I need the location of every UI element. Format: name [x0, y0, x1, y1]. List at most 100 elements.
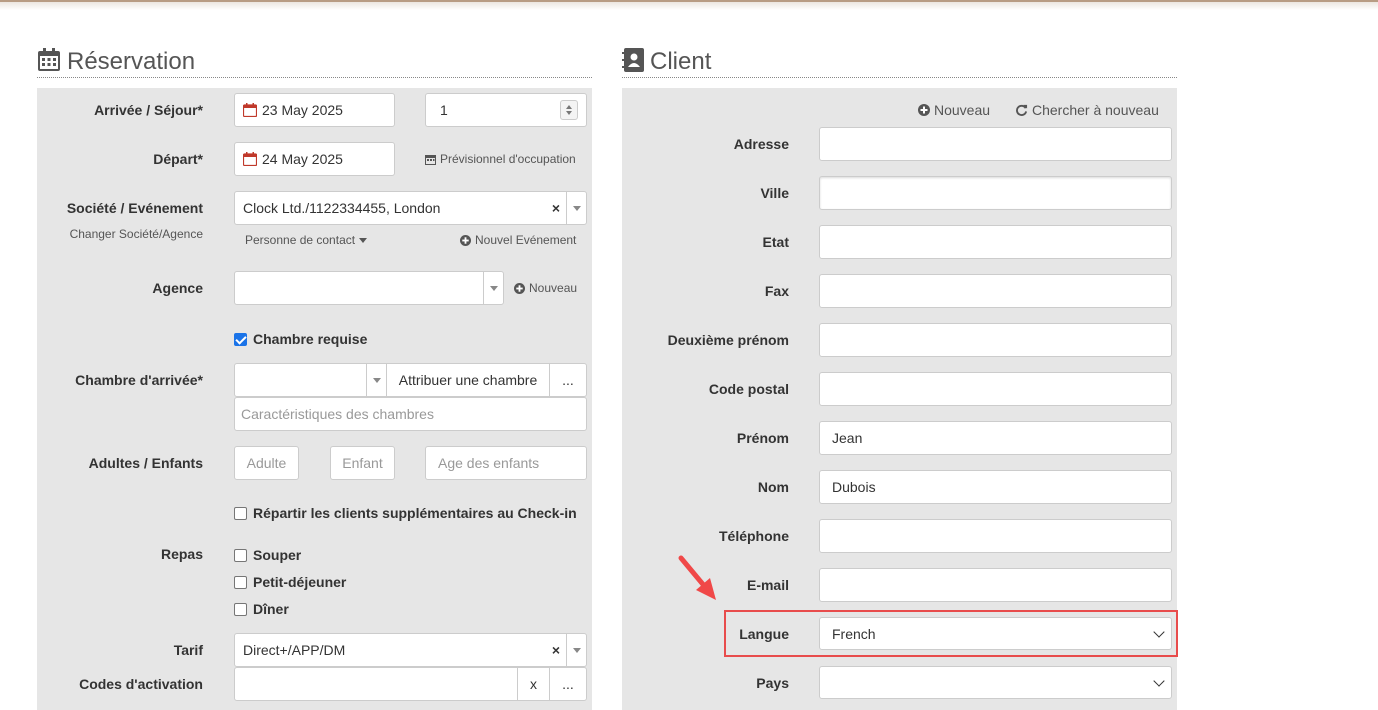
agency-new-link[interactable]: Nouveau [514, 281, 577, 295]
checkbox-unchecked[interactable] [234, 575, 247, 589]
forecast-link-label: Prévisionnel d'occupation [440, 152, 576, 166]
last-name-input[interactable]: Dubois [819, 470, 1172, 504]
assign-room-button[interactable]: Attribuer une chambre [386, 363, 550, 397]
codes-more-button[interactable]: ... [549, 667, 587, 701]
checkbox-unchecked[interactable] [234, 548, 247, 562]
meal-checkbox-dinner[interactable]: Dîner [234, 601, 289, 617]
dropdown-toggle[interactable] [483, 272, 503, 304]
state-input[interactable] [819, 225, 1172, 259]
last-name-value: Dubois [832, 479, 876, 495]
room-required-checkbox[interactable]: Chambre requise [234, 331, 367, 347]
chevron-down-icon [1153, 674, 1165, 687]
city-input[interactable] [819, 176, 1172, 210]
children-ages-placeholder: Age des enfants [438, 455, 540, 471]
adults-input[interactable]: Adulte [234, 446, 299, 480]
address-label: Adresse [733, 136, 789, 152]
change-company-link[interactable]: Changer Société/Agence [40, 227, 203, 241]
fax-label: Fax [764, 283, 789, 299]
meal-label: Dîner [253, 601, 289, 617]
split-guests-checkbox[interactable]: Répartir les clients supplémentaires au … [234, 505, 577, 521]
split-guests-label: Répartir les clients supplémentaires au … [253, 505, 577, 521]
rate-select[interactable]: Direct+/APP/DM × [234, 633, 587, 667]
dropdown-toggle[interactable] [566, 634, 586, 666]
language-select[interactable]: French [819, 617, 1172, 650]
clear-icon[interactable]: × [552, 642, 560, 658]
new-event-label: Nouvel Evénement [475, 233, 577, 247]
checkbox-unchecked[interactable] [234, 506, 247, 520]
caret-down-icon [572, 205, 581, 211]
search-again-label: Chercher à nouveau [1032, 102, 1159, 118]
caret-down-icon [489, 285, 498, 291]
plus-circle-icon [460, 234, 471, 246]
phone-input[interactable] [819, 519, 1172, 553]
children-input[interactable]: Enfant [330, 446, 395, 480]
language-value: French [832, 625, 876, 642]
rate-label: Tarif [173, 642, 203, 658]
arrival-date-input[interactable]: 23 May 2025 [234, 93, 395, 127]
first-name-input[interactable]: Jean [819, 421, 1172, 455]
email-input[interactable] [819, 568, 1172, 602]
adults-placeholder: Adulte [246, 455, 287, 471]
activation-codes-label: Codes d'activation [79, 676, 203, 692]
search-again-link[interactable]: Chercher à nouveau [1015, 102, 1159, 118]
room-features-placeholder: Caractéristiques des chambres [241, 406, 434, 422]
middle-name-input[interactable] [819, 323, 1172, 357]
forecast-link[interactable]: Prévisionnel d'occupation [425, 152, 576, 166]
meal-checkbox-breakfast[interactable]: Petit-déjeuner [234, 574, 346, 590]
room-features-input[interactable]: Caractéristiques des chambres [234, 397, 587, 431]
arrival-date-value: 23 May 2025 [262, 102, 343, 118]
postal-code-label: Code postal [708, 381, 789, 397]
country-select[interactable] [819, 666, 1172, 699]
spinner-icon[interactable] [560, 100, 578, 120]
adults-children-label: Adultes / Enfants [88, 455, 203, 471]
nights-stepper[interactable]: 1 [425, 93, 587, 127]
last-name-label: Nom [757, 479, 789, 495]
contact-card-icon [622, 48, 644, 72]
clear-icon[interactable]: × [552, 200, 560, 216]
activation-codes-input[interactable] [234, 667, 518, 701]
postal-code-input[interactable] [819, 372, 1172, 406]
reservation-heading: Réservation [37, 46, 592, 78]
nights-value: 1 [440, 102, 448, 118]
calendar-icon [243, 103, 257, 117]
dropdown-toggle[interactable] [366, 364, 386, 396]
children-placeholder: Enfant [342, 455, 383, 471]
company-label: Société / Evénement [66, 200, 203, 216]
arrival-room-label: Chambre d'arrivée* [75, 372, 203, 388]
first-name-label: Prénom [736, 430, 789, 446]
agency-select[interactable] [234, 271, 504, 305]
contact-person-label: Personne de contact [245, 233, 356, 247]
company-value: Clock Ltd./1122334455, London [243, 200, 441, 216]
departure-date-value: 24 May 2025 [262, 151, 343, 167]
client-new-label: Nouveau [934, 102, 991, 118]
departure-label: Départ* [153, 151, 203, 167]
address-input[interactable] [819, 127, 1172, 161]
city-label: Ville [760, 185, 789, 201]
annotation-arrow-icon [678, 555, 716, 600]
meal-label: Souper [253, 547, 302, 563]
client-new-link[interactable]: Nouveau [918, 102, 990, 118]
company-select[interactable]: Clock Ltd./1122334455, London × [234, 191, 587, 225]
top-bar [0, 0, 1378, 10]
meal-checkbox-souper[interactable]: Souper [234, 547, 301, 563]
refresh-icon [1016, 104, 1028, 116]
children-ages-input[interactable]: Age des enfants [425, 446, 587, 480]
room-more-button[interactable]: ... [549, 363, 587, 397]
checkbox-unchecked[interactable] [234, 602, 247, 616]
arrival-room-select[interactable] [234, 363, 387, 397]
clear-codes-button[interactable]: x [517, 667, 550, 701]
caret-down-icon [372, 377, 381, 383]
meals-label: Repas [160, 546, 203, 562]
client-heading: Client [622, 46, 1177, 78]
calendar-icon [38, 48, 60, 71]
language-label: Langue [739, 626, 789, 642]
arrival-label: Arrivée / Séjour* [94, 102, 203, 118]
contact-person-dropdown[interactable]: Personne de contact [245, 233, 368, 247]
dropdown-toggle[interactable] [566, 192, 586, 224]
departure-date-input[interactable]: 24 May 2025 [234, 142, 395, 176]
new-event-link[interactable]: Nouvel Evénement [460, 233, 576, 247]
first-name-value: Jean [832, 430, 863, 446]
rate-value: Direct+/APP/DM [243, 642, 346, 658]
checkbox-checked[interactable] [234, 332, 247, 346]
fax-input[interactable] [819, 274, 1172, 308]
